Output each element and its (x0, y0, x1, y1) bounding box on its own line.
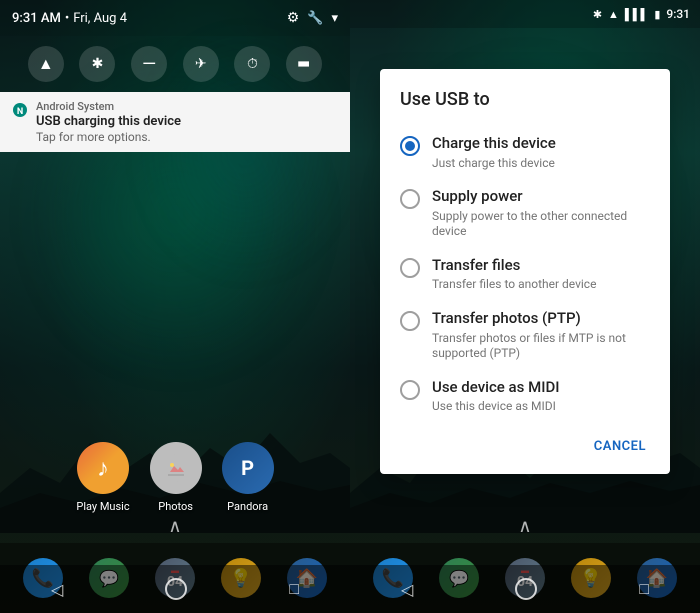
app-play-music[interactable]: Play Music (76, 442, 129, 513)
home-button-left[interactable] (165, 578, 187, 600)
notification-subtitle: Tap for more options. (36, 130, 181, 144)
qs-airplane-icon[interactable]: ✈ (183, 46, 219, 82)
home-button-right[interactable] (515, 578, 537, 600)
option-supply[interactable]: Supply power Supply power to the other c… (380, 179, 670, 248)
settings-icon[interactable]: ⚙ (287, 10, 300, 26)
status-time-left: 9:31 AM (12, 11, 61, 26)
app-grid: Play Music Photos P Pandora (0, 442, 350, 513)
radio-transfer-photos[interactable] (400, 311, 420, 331)
radio-supply[interactable] (400, 189, 420, 209)
option-transfer-photos-label: Transfer photos (PTP) (432, 309, 650, 329)
usb-dialog: Use USB to Charge this device Just charg… (380, 69, 670, 474)
option-transfer-photos-text: Transfer photos (PTP) Transfer photos or… (432, 309, 650, 362)
quick-settings-row: ▲ ✱ — ✈ ⏱ ▮ (0, 36, 350, 92)
option-transfer-photos-desc: Transfer photos or files if MTP is not s… (432, 331, 650, 362)
notification-app-name: Android System (36, 100, 181, 113)
option-midi-text: Use device as MIDI Use this device as MI… (432, 378, 560, 415)
option-transfer-files[interactable]: Transfer files Transfer files to another… (380, 248, 670, 301)
play-music-label: Play Music (76, 500, 129, 513)
option-supply-desc: Supply power to the other connected devi… (432, 209, 650, 240)
option-charge-text: Charge this device Just charge this devi… (432, 134, 556, 171)
option-transfer-photos[interactable]: Transfer photos (PTP) Transfer photos or… (380, 301, 670, 370)
qs-wifi-icon[interactable]: ▲ (28, 46, 64, 82)
option-transfer-files-label: Transfer files (432, 256, 596, 276)
qs-battery-icon[interactable]: ▮ (286, 46, 322, 82)
pandora-icon: P (222, 442, 274, 494)
back-button-right[interactable]: ◁ (401, 580, 413, 599)
app-drawer-chevron-left[interactable]: ∧ (168, 516, 181, 537)
recents-button-left[interactable]: □ (289, 579, 299, 599)
option-charge-label: Charge this device (432, 134, 556, 154)
option-midi-desc: Use this device as MIDI (432, 399, 560, 415)
photos-svg (160, 452, 192, 484)
option-midi-label: Use device as MIDI (432, 378, 560, 398)
status-date: Fri, Aug 4 (73, 11, 127, 26)
android-system-icon: N (12, 102, 28, 118)
option-transfer-files-desc: Transfer files to another device (432, 277, 596, 293)
dialog-actions: CANCEL (380, 423, 670, 466)
dialog-overlay: Use USB to Charge this device Just charg… (350, 0, 700, 543)
option-transfer-files-text: Transfer files Transfer files to another… (432, 256, 596, 293)
option-supply-text: Supply power Supply power to the other c… (432, 187, 650, 240)
notification-bar[interactable]: N Android System USB charging this devic… (0, 92, 350, 152)
photos-icon (150, 442, 202, 494)
app-pandora[interactable]: P Pandora (222, 442, 274, 513)
chevron-down-icon[interactable]: ▾ (331, 11, 338, 26)
right-panel: ✱ ▲ ▌▌▌ ▮ 9:31 Use USB to Charge this de… (350, 0, 700, 613)
svg-text:N: N (17, 107, 23, 117)
option-midi[interactable]: Use device as MIDI Use this device as MI… (380, 370, 670, 423)
status-separator: • (65, 11, 69, 26)
app-photos[interactable]: Photos (150, 442, 202, 513)
nav-bar-right: ◁ □ (350, 565, 700, 613)
photos-label: Photos (158, 500, 193, 513)
dialog-title: Use USB to (380, 89, 670, 126)
notification-content: Android System USB charging this device … (36, 100, 181, 144)
qs-dnd-icon[interactable]: — (131, 46, 167, 82)
play-music-icon (77, 442, 129, 494)
left-panel: 9:31 AM • Fri, Aug 4 ⚙ 🔧 ▾ ▲ ✱ — ✈ ⏱ ▮ N… (0, 0, 350, 613)
qs-bluetooth-icon[interactable]: ✱ (79, 46, 115, 82)
radio-charge[interactable] (400, 136, 420, 156)
wrench-icon: 🔧 (307, 11, 323, 26)
notification-title: USB charging this device (36, 114, 181, 129)
recents-button-right[interactable]: □ (639, 579, 649, 599)
option-charge[interactable]: Charge this device Just charge this devi… (380, 126, 670, 179)
status-right-icons: ⚙ 🔧 ▾ (287, 10, 338, 26)
pandora-label: Pandora (227, 500, 268, 513)
option-supply-label: Supply power (432, 187, 650, 207)
radio-midi[interactable] (400, 380, 420, 400)
back-button-left[interactable]: ◁ (51, 580, 63, 599)
status-bar-left: 9:31 AM • Fri, Aug 4 ⚙ 🔧 ▾ (0, 0, 350, 36)
nav-bar-left: ◁ □ (0, 565, 350, 613)
qs-timer-icon[interactable]: ⏱ (234, 46, 270, 82)
cancel-button[interactable]: CANCEL (582, 431, 658, 462)
radio-transfer-files[interactable] (400, 258, 420, 278)
option-charge-desc: Just charge this device (432, 156, 556, 172)
